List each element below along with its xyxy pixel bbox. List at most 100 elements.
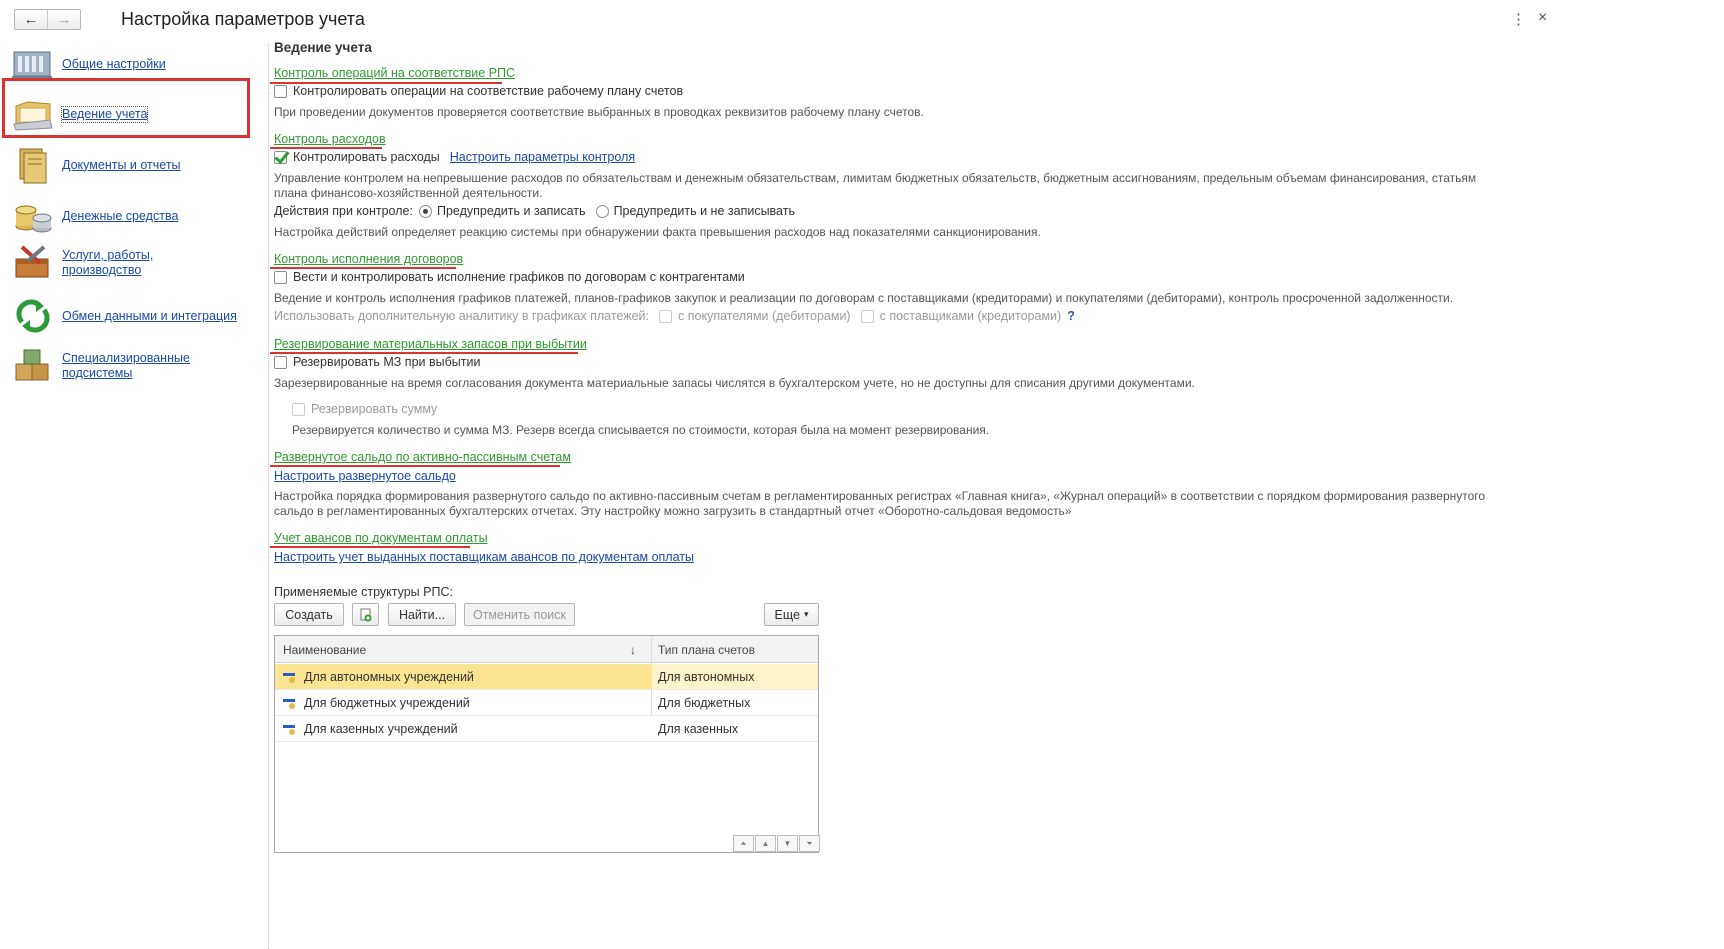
reserve-row: Резервировать МЗ при выбытии	[274, 355, 480, 369]
expenses-hint: Управление контролем на непревышение рас…	[274, 171, 1477, 200]
copy-button[interactable]	[352, 603, 379, 626]
sidebar-item-exchange[interactable]: Обмен данными и интеграция	[10, 296, 237, 336]
contracts-hint: Ведение и контроль исполнения графиков п…	[274, 291, 1454, 305]
reserve-sum-checkbox[interactable]	[292, 402, 305, 416]
balance-settings-link[interactable]: Настроить развернутое сальдо	[274, 469, 456, 483]
advances-settings-link[interactable]: Настроить учет выданных поставщикам аван…	[274, 550, 694, 564]
type-cell: Для казенных	[658, 721, 739, 736]
section-header-rps[interactable]: Контроль операций на соответствие РПС	[274, 66, 515, 80]
sort-arrow-icon: ↓	[630, 643, 636, 657]
control-settings-link[interactable]: Настроить параметры контроля	[450, 150, 635, 164]
find-button[interactable]: Найти...	[388, 603, 456, 626]
scroll-bottom-button[interactable]: ⏷	[799, 835, 820, 852]
table-row[interactable]: Для автономных учреждений Для автономных	[275, 664, 818, 690]
more-menu-icon[interactable]: ⋮	[1511, 10, 1526, 28]
cell-text: Для казенных учреждений	[304, 721, 458, 736]
structures-label: Применяемые структуры РПС:	[274, 585, 453, 599]
chevron-down-icon: ▾	[803, 609, 809, 619]
more-button[interactable]: Еще ▾	[764, 603, 819, 626]
underline-annotation	[270, 546, 470, 548]
warn-and-save-radio[interactable]	[418, 204, 432, 218]
warn-no-save-radio[interactable]	[595, 204, 609, 218]
section-header-advances[interactable]: Учет авансов по документам оплаты	[274, 531, 488, 545]
sidebar-item-label[interactable]: Общие настройки	[62, 57, 166, 72]
radio-label: Предупредить и не записывать	[613, 204, 795, 218]
navigation-buttons: ← →	[14, 9, 81, 30]
sidebar-item-subsystems[interactable]: Специализированные подсистемы	[10, 346, 192, 386]
checkbox-label: Контролировать расходы	[293, 150, 440, 164]
table-row[interactable]: Для казенных учреждений Для казенных	[275, 716, 818, 742]
sidebar-item-label[interactable]: Денежные средства	[62, 209, 178, 224]
structure-item-icon	[283, 723, 297, 735]
scroll-down-button[interactable]: ▼	[777, 835, 798, 852]
section-header-reserve[interactable]: Резервирование материальных запасов при …	[274, 337, 587, 351]
structures-table: Наименование ↓ Тип плана счетов Для авто…	[274, 635, 819, 853]
back-button[interactable]: ←	[15, 10, 47, 29]
structures-label-row: Применяемые структуры РПС:	[274, 585, 453, 599]
scroll-top-button[interactable]: ⏶	[733, 835, 754, 852]
sidebar-item-label[interactable]: Услуги, работы, производство	[62, 248, 162, 278]
sidebar-item-documents[interactable]: Документы и отчеты	[10, 145, 181, 185]
highlight-annotation	[2, 78, 250, 138]
contracts-control-row: Вести и контролировать исполнение график…	[274, 270, 745, 284]
analytics-row: Использовать дополнительную аналитику в …	[274, 309, 1075, 323]
control-actions-row: Действия при контроле: Предупредить и за…	[274, 204, 795, 218]
cancel-search-button[interactable]: Отменить поиск	[464, 603, 575, 626]
scroll-up-button[interactable]: ▲	[755, 835, 776, 852]
copy-document-icon	[360, 608, 371, 621]
checkbox-label: Резервировать МЗ при выбытии	[293, 355, 481, 369]
checkbox-label: с покупателями (дебиторами)	[678, 309, 851, 323]
table-row[interactable]: Для бюджетных учреждений Для бюджетных	[275, 690, 818, 716]
sidebar-item-cash[interactable]: Денежные средства	[10, 196, 178, 236]
expenses-control-checkbox[interactable]	[274, 150, 287, 164]
underline-annotation	[270, 147, 382, 149]
name-cell: Для казенных учреждений	[283, 716, 651, 741]
column-header-name[interactable]: Наименование	[283, 643, 366, 657]
type-cell: Для автономных	[652, 664, 818, 689]
rps-control-row: Контролировать операции на соответствие …	[274, 84, 683, 98]
panel-divider	[268, 44, 269, 949]
sidebar-item-label[interactable]: Специализированные подсистемы	[62, 351, 192, 381]
documents-icon	[19, 148, 47, 184]
reserve-sum-row: Резервировать сумму	[292, 402, 437, 416]
rps-control-checkbox[interactable]	[274, 84, 287, 98]
checkbox-label: Резервировать сумму	[311, 402, 438, 416]
more-label: Еще	[774, 607, 800, 622]
balance-hint: Настройка порядка формирования развернут…	[274, 489, 1486, 518]
cell-text: Для бюджетных учреждений	[304, 695, 470, 710]
section-header-contracts[interactable]: Контроль исполнения договоров	[274, 252, 463, 266]
name-cell: Для автономных учреждений	[283, 664, 651, 689]
exchange-arrows-icon	[16, 299, 50, 333]
control-actions-hint: Настройка действий определяет реакцию си…	[274, 225, 1041, 239]
structure-item-icon	[283, 697, 297, 709]
table-scroll-buttons: ⏶ ▲ ▼ ⏷	[732, 835, 820, 852]
contracts-control-checkbox[interactable]	[274, 270, 287, 284]
suppliers-checkbox[interactable]	[860, 309, 874, 323]
buyers-checkbox[interactable]	[659, 309, 673, 323]
control-actions-label: Действия при контроле:	[274, 204, 413, 218]
toolbox-icon	[15, 245, 49, 278]
sidebar-item-label[interactable]: Документы и отчеты	[62, 158, 181, 173]
checkbox-label: с поставщиками (кредиторами)	[879, 309, 1062, 323]
underline-annotation	[270, 352, 578, 354]
checkbox-label: Контролировать операции на соответствие …	[293, 84, 684, 98]
table-header: Наименование ↓ Тип плана счетов	[275, 636, 818, 663]
reserve-hint: Зарезервированные на время согласования …	[274, 376, 1195, 390]
underline-annotation	[270, 267, 456, 269]
page-title: Ведение учета	[274, 40, 372, 55]
reserve-checkbox[interactable]	[274, 355, 287, 369]
help-icon[interactable]: ?	[1067, 309, 1075, 323]
forward-button[interactable]: →	[47, 10, 80, 29]
section-header-balance[interactable]: Развернутое сальдо по активно-пассивным …	[274, 450, 571, 464]
section-header-expenses[interactable]: Контроль расходов	[274, 132, 386, 146]
analytics-label: Использовать дополнительную аналитику в …	[274, 309, 650, 323]
sidebar-item-label[interactable]: Обмен данными и интеграция	[62, 309, 237, 324]
create-button[interactable]: Создать	[274, 603, 344, 626]
reserve-sum-hint: Резервируется количество и сумма МЗ. Рез…	[292, 423, 990, 437]
expenses-control-row: Контролировать расходы Настроить парамет…	[274, 150, 635, 164]
sidebar-item-services[interactable]: Услуги, работы, производство	[10, 243, 162, 283]
balance-link-row: Настроить развернутое сальдо	[274, 469, 456, 483]
column-header-type[interactable]: Тип плана счетов	[658, 643, 755, 657]
underline-annotation	[270, 465, 560, 467]
close-icon[interactable]: ×	[1538, 9, 1547, 27]
